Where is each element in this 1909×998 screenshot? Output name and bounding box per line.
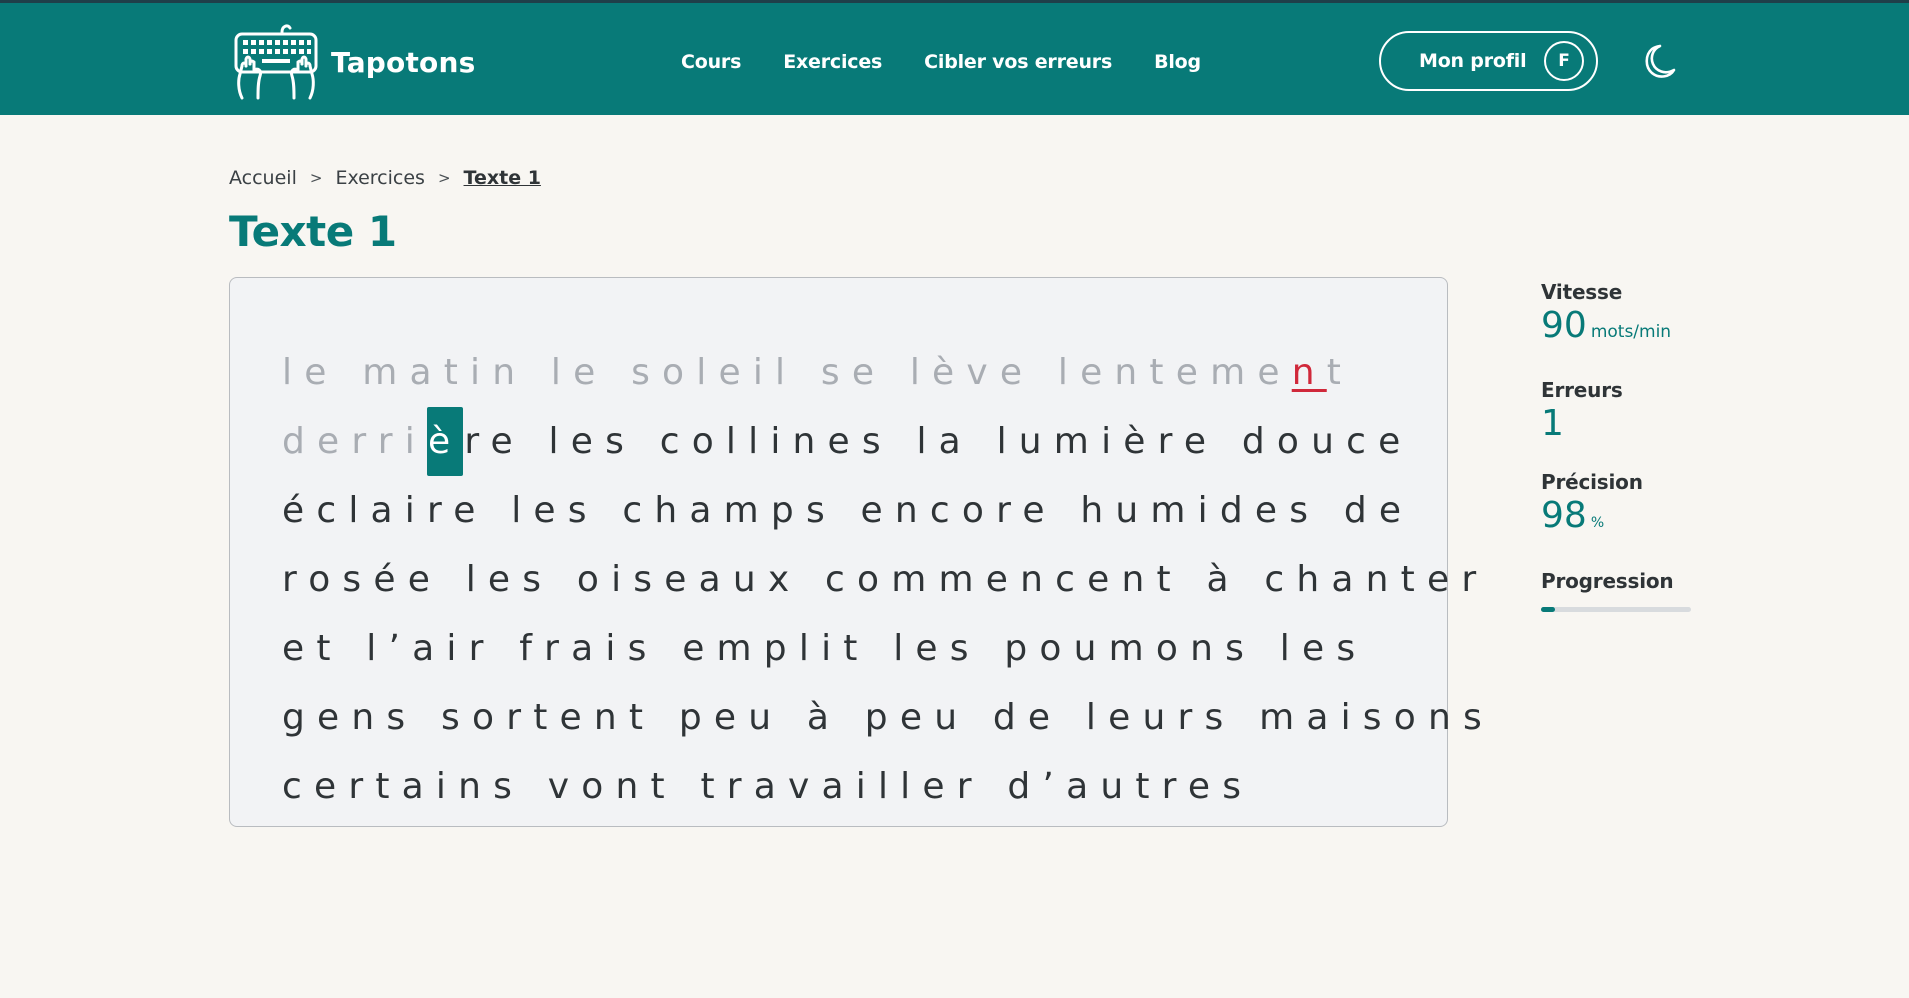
text-line: le matin le soleil se lève lentement <box>282 338 1494 407</box>
stat-label: Précision <box>1541 470 1643 494</box>
exercise-lines: le matin le soleil se lève lentement der… <box>282 338 1494 821</box>
avatar: F <box>1544 41 1584 81</box>
stat-value: 90 mots/min <box>1541 306 1691 352</box>
text-line: certains vont travailler d’autres <box>282 766 1254 807</box>
precision-unit: % <box>1590 515 1605 531</box>
error-char: n <box>1291 352 1327 393</box>
top-navbar: Tapotons Cours Exercices Cibler vos erre… <box>0 0 1909 115</box>
text-line: rosée les oiseaux commencent à chanter <box>282 559 1489 600</box>
cursor-char: è <box>426 407 464 476</box>
nav-cours[interactable]: Cours <box>681 51 741 73</box>
nav-exercices[interactable]: Exercices <box>783 51 882 73</box>
stat-label: Progression <box>1541 569 1674 593</box>
speed-value: 90 <box>1541 305 1587 346</box>
nav-cibler-erreurs[interactable]: Cibler vos erreurs <box>924 51 1112 73</box>
text-line: gens sortent peu à peu de leurs maisons <box>282 697 1494 738</box>
pending-text: re les collines la lumière douce <box>464 421 1413 462</box>
breadcrumb-accueil[interactable]: Accueil <box>229 167 297 189</box>
breadcrumb-current[interactable]: Texte 1 <box>464 167 541 189</box>
text-line: derrière les collines la lumière douce <box>282 407 1494 476</box>
speed-unit: mots/min <box>1590 322 1672 342</box>
theme-toggle-button[interactable] <box>1643 43 1679 79</box>
text-line: éclaire les champs encore humides de <box>282 490 1414 531</box>
precision-value: 98 <box>1541 495 1587 536</box>
main-nav: Cours Exercices Cibler vos erreurs Blog <box>681 51 1243 73</box>
moon-icon <box>1645 44 1676 78</box>
breadcrumb: Accueil > Exercices > Texte 1 <box>229 167 541 189</box>
brand-logo[interactable]: Tapotons <box>232 20 476 104</box>
text-line: et l’air frais emplit les poumons les <box>282 628 1368 669</box>
brand-name: Tapotons <box>331 45 476 79</box>
stat-label: Vitesse <box>1541 280 1623 304</box>
stats-panel: Vitesse 90 mots/min Erreurs 1 Précision 9… <box>1541 280 1691 638</box>
progress-fill <box>1541 607 1555 612</box>
page-title: Texte 1 <box>229 207 397 256</box>
progress-bar <box>1541 607 1691 612</box>
typed-text: le matin le soleil se lève lenteme <box>282 352 1292 393</box>
keyboard-hands-icon <box>234 24 318 100</box>
nav-blog[interactable]: Blog <box>1154 51 1201 73</box>
errors-value: 1 <box>1541 403 1564 444</box>
typed-text: derri <box>282 421 427 462</box>
chevron-right-icon: > <box>309 169 323 187</box>
typed-text: t <box>1326 352 1354 393</box>
stat-precision: Précision 98% <box>1541 470 1691 543</box>
stat-speed: Vitesse 90 mots/min <box>1541 280 1691 352</box>
stat-label: Erreurs <box>1541 378 1623 402</box>
profile-label: Mon profil <box>1419 50 1527 72</box>
stat-errors: Erreurs 1 <box>1541 378 1691 444</box>
chevron-right-icon: > <box>437 169 451 187</box>
stat-value: 98% <box>1541 496 1691 543</box>
stat-progress: Progression <box>1541 569 1691 612</box>
typing-text-area[interactable]: le matin le soleil se lève lentement der… <box>229 277 1482 827</box>
breadcrumb-exercices[interactable]: Exercices <box>335 167 425 189</box>
profile-button[interactable]: Mon profil F <box>1379 31 1598 91</box>
